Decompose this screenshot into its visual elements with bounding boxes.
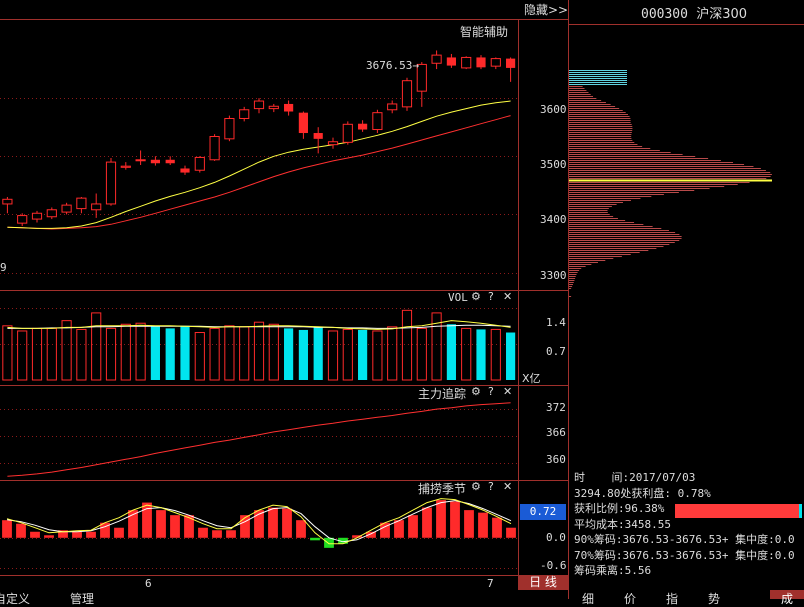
chip-90: 90%筹码:3676.53-3676.53+ 集中度:0.0: [574, 533, 795, 546]
profit-ratio-row: 获利比例:96.38%: [574, 501, 804, 518]
profit-ratio-bar: [675, 504, 802, 518]
chip-mult: 筹码乘离:5.56: [574, 564, 652, 577]
right-tab-chip[interactable]: 成: [770, 590, 804, 606]
profit-ratio-value: 96.38%: [624, 502, 665, 515]
chip-70: 70%筹码:3676.53-3676.53+ 集中度:0.0: [574, 548, 795, 562]
chip-info: 时 间:2017/07/03 3294.80处获利盘: 0.78% 获利比例:9…: [574, 470, 804, 579]
profit-line: 3294.80处获利盘: 0.78%: [574, 486, 711, 500]
time-value: 2017/07/03: [629, 471, 696, 484]
profit-ratio-label: 获利比例:: [574, 502, 625, 515]
right-tab-bar: 细 价 指 势 成: [568, 590, 804, 606]
time-label: 时 间:: [574, 471, 630, 484]
profit-ratio-bar-rest: [799, 504, 802, 518]
avg-cost: 平均成本:3458.55: [574, 517, 671, 531]
time-row: 时 间:2017/07/03: [574, 470, 804, 486]
